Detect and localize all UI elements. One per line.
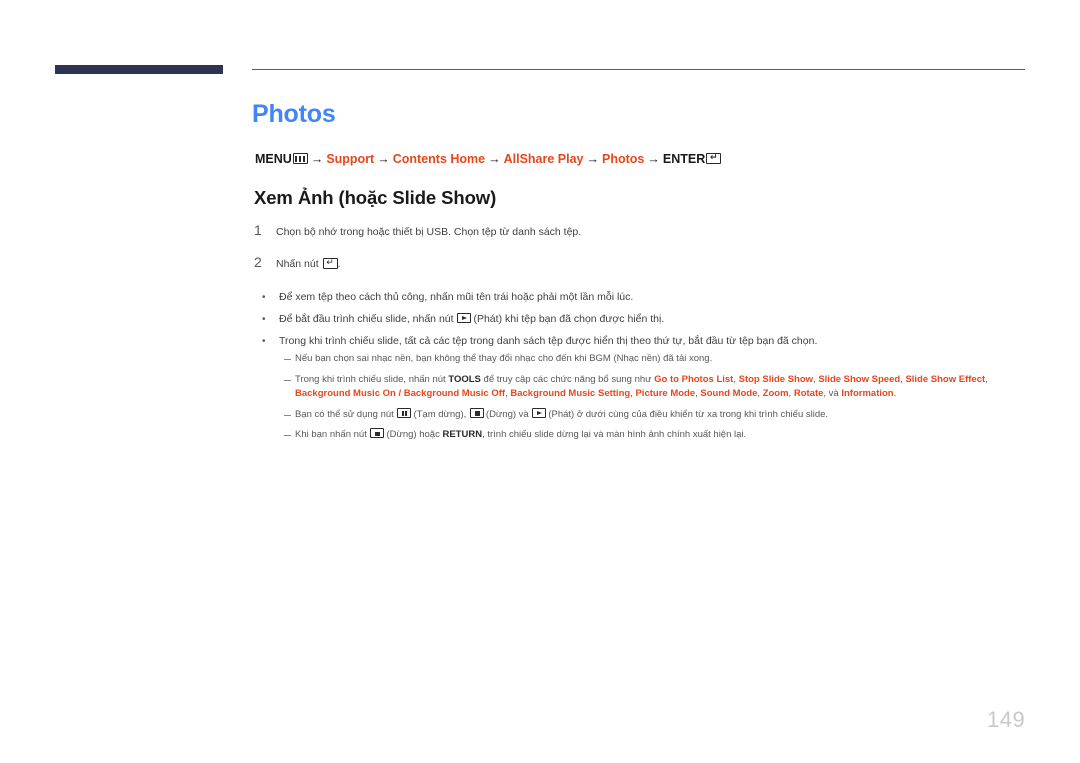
- pause-key-icon: [397, 407, 412, 418]
- bullet-text-before: Để bắt đầu trình chiếu slide, nhấn nút: [279, 313, 457, 325]
- stop-key-icon: [370, 428, 385, 439]
- list-item: 2 Nhấn nút ↵.: [254, 254, 1014, 272]
- breadcrumb-item-menu[interactable]: MENU: [255, 152, 292, 166]
- enter-key-icon: ↵: [322, 257, 338, 269]
- enter-key-icon: ↵: [706, 153, 722, 165]
- note-bgm: Nếu bạn chọn sai nhạc nền, bạn không thể…: [284, 352, 1029, 367]
- bullet-marker: •: [262, 336, 266, 347]
- header-accent-bar: [55, 65, 223, 74]
- bullet-text: Để xem tệp theo cách thủ công, nhấn mũi …: [279, 291, 634, 303]
- list-item: • Để bắt đầu trình chiếu slide, nhấn nút…: [262, 312, 1022, 327]
- page-number: 149: [987, 707, 1026, 732]
- stop-key-icon: [469, 407, 484, 418]
- section-heading: Xem Ảnh (hoặc Slide Show): [254, 187, 497, 208]
- breadcrumb-separator: →: [647, 152, 660, 166]
- note-text-part: (Dừng) và: [485, 408, 532, 420]
- page-title: Photos: [252, 100, 336, 128]
- step-text: Chọn bộ nhớ trong hoặc thiết bị USB. Chọ…: [276, 226, 582, 238]
- list-item: • Trong khi trình chiếu slide, tất cả cá…: [262, 334, 1022, 349]
- header-divider-rule: [252, 69, 1025, 70]
- tools-option-information[interactable]: Information: [841, 388, 893, 399]
- tools-option-stop-slide-show[interactable]: Stop Slide Show: [739, 374, 813, 385]
- note-text-part: Bạn có thể sử dụng nút: [295, 408, 397, 420]
- note-marker: [284, 373, 295, 387]
- note-text-part: Khi bạn nhấn nút: [295, 429, 370, 440]
- step-number: 2: [254, 254, 262, 270]
- breadcrumb-separator: →: [586, 152, 600, 166]
- tools-option-slide-show-effect[interactable]: Slide Show Effect: [905, 374, 985, 385]
- breadcrumb-separator: →: [310, 152, 324, 166]
- menu-key-icon: [292, 153, 308, 165]
- note-text-part: để truy cập các chức năng bổ sung như: [480, 373, 655, 385]
- step-text: Nhấn nút ↵.: [276, 254, 340, 272]
- return-button-label: RETURN: [442, 429, 483, 440]
- note-text: Trong khi trình chiếu slide, nhấn nút TO…: [295, 373, 988, 400]
- tools-option-picture-mode[interactable]: Picture Mode: [635, 388, 695, 399]
- play-key-icon: [457, 313, 472, 324]
- list-item: • Để xem tệp theo cách thủ công, nhấn mũ…: [262, 290, 1022, 305]
- note-text-part: (Dừng) hoặc: [386, 429, 443, 440]
- breadcrumb-item-allshare-play[interactable]: AllShare Play: [504, 152, 584, 166]
- note-text: Khi bạn nhấn nút (Dừng) hoặc RETURN, trì…: [295, 428, 746, 443]
- breadcrumb: MENU → Support → Contents Home → AllShare Play…: [255, 151, 722, 167]
- breadcrumb-item-support[interactable]: Support: [326, 152, 374, 166]
- step-text-before: Nhấn nút: [276, 258, 322, 270]
- tools-option-background-music-setting[interactable]: Background Music Setting: [510, 388, 630, 399]
- breadcrumb-item-enter[interactable]: ENTER: [663, 152, 705, 166]
- step-number: 1: [254, 222, 262, 238]
- bullet-marker: •: [262, 314, 266, 325]
- tools-option-slide-show-speed[interactable]: Slide Show Speed: [818, 374, 900, 385]
- tools-option-background-music-on-off[interactable]: Background Music On / Background Music O…: [295, 388, 505, 399]
- note-text-part: (Phát) ở dưới cùng của điều khiển từ xa …: [548, 408, 829, 420]
- tools-option-rotate[interactable]: Rotate: [794, 388, 824, 399]
- note-text-part: (Tạm dừng),: [413, 408, 469, 420]
- breadcrumb-separator: →: [488, 152, 501, 166]
- note-text: Nếu bạn chọn sai nhạc nền, bạn không thể…: [295, 353, 713, 364]
- note-text: Bạn có thể sử dụng nút (Tạm dừng), (Dừng…: [295, 407, 829, 423]
- breadcrumb-item-contents-home[interactable]: Contents Home: [393, 152, 485, 166]
- bullet-text-after: (Phát) khi tệp bạn đã chọn được hiển thị…: [473, 313, 665, 325]
- note-end-punctuation: .: [893, 388, 897, 399]
- note-marker: [284, 428, 295, 442]
- tools-option-zoom[interactable]: Zoom: [763, 388, 789, 399]
- tools-button-label: TOOLS: [448, 373, 481, 385]
- bullet-marker: •: [262, 292, 266, 303]
- bullet-text: Trong khi trình chiếu slide, tất cả các …: [279, 335, 818, 347]
- bullet-text: Để bắt đầu trình chiếu slide, nhấn nút (…: [279, 312, 664, 327]
- breadcrumb-separator: →: [377, 152, 390, 166]
- bullet-list: • Để xem tệp theo cách thủ công, nhấn mũ…: [262, 290, 1022, 356]
- notes-list: Nếu bạn chọn sai nhạc nền, bạn không thể…: [284, 352, 1029, 449]
- tools-option-go-to-photos-list[interactable]: Go to Photos List: [654, 374, 733, 385]
- note-conjunction: và: [828, 388, 842, 399]
- note-marker: [284, 352, 295, 366]
- note-return: Khi bạn nhấn nút (Dừng) hoặc RETURN, trì…: [284, 428, 1029, 443]
- note-tools: Trong khi trình chiếu slide, nhấn nút TO…: [284, 373, 1029, 402]
- note-text-part: , trình chiếu slide dừng lại và màn hình…: [482, 429, 747, 440]
- note-text-part: Trong khi trình chiếu slide, nhấn nút: [295, 373, 449, 385]
- list-item: 1 Chọn bộ nhớ trong hoặc thiết bị USB. C…: [254, 222, 1014, 240]
- tools-option-sound-mode[interactable]: Sound Mode: [700, 388, 757, 399]
- note-remote-keys: Bạn có thể sử dụng nút (Tạm dừng), (Dừng…: [284, 407, 1029, 423]
- note-marker: [284, 408, 295, 422]
- step-text-after: .: [337, 258, 341, 270]
- play-key-icon: [532, 407, 547, 418]
- numbered-steps-list: 1 Chọn bộ nhớ trong hoặc thiết bị USB. C…: [254, 222, 1014, 286]
- breadcrumb-item-photos[interactable]: Photos: [602, 152, 644, 166]
